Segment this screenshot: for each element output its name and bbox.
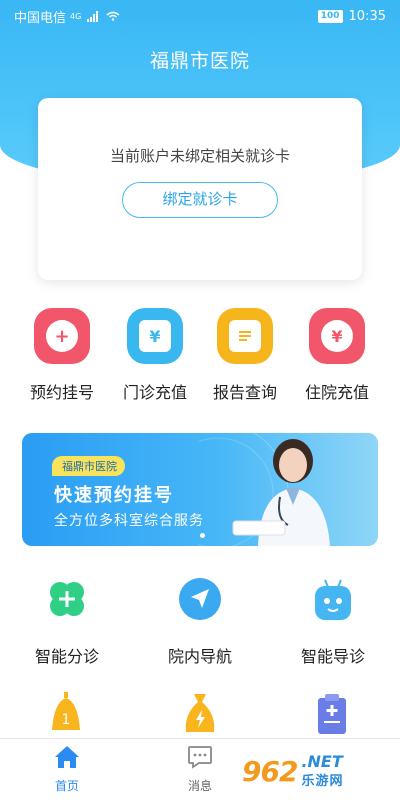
service-smart-guide[interactable]: 智能导诊 <box>283 576 383 667</box>
bind-card-panel: 当前账户未绑定相关就诊卡 绑定就诊卡 <box>38 98 362 280</box>
watermark-logo: 962 <box>242 754 298 788</box>
report-list-icon <box>217 308 273 364</box>
tab-messages[interactable]: 消息 <box>160 745 240 794</box>
quick-action-label: 门诊充值 <box>122 383 187 402</box>
banner-title: 快速预约挂号 <box>54 485 174 506</box>
quick-actions: + 预约挂号 ¥ 门诊充值 报告查询 ¥ 住院充值 <box>0 308 400 408</box>
network-type: 4G <box>70 11 82 21</box>
message-icon <box>188 746 212 769</box>
bind-card-button[interactable]: 绑定就诊卡 <box>122 182 278 218</box>
unbound-card-message: 当前账户未绑定相关就诊卡 <box>109 147 290 165</box>
quick-action-outpatient-recharge[interactable]: ¥ 门诊充值 <box>110 308 200 403</box>
quick-action-label: 预约挂号 <box>29 383 94 402</box>
quick-action-label: 住院充值 <box>304 383 369 402</box>
banner-tag: 福鼎市医院 <box>52 456 125 476</box>
service-label: 智能导诊 <box>300 647 365 666</box>
quick-action-appointment[interactable]: + 预约挂号 <box>17 308 107 403</box>
clipboard-plus-icon[interactable] <box>312 692 352 738</box>
tab-home[interactable]: 首页 <box>27 745 107 794</box>
more-services: 1 <box>0 692 400 742</box>
banner-subtitle: 全方位多科室综合服务 <box>54 513 204 529</box>
quick-action-report-query[interactable]: 报告查询 <box>200 308 290 403</box>
page-title: 福鼎市医院 <box>149 50 250 72</box>
site-watermark: 962 .NET 乐游网 <box>242 746 392 796</box>
smart-services: 智能分诊 院内导航 智能导诊 <box>0 576 400 666</box>
wifi-icon <box>106 11 120 21</box>
home-icon <box>55 746 79 768</box>
clover-plus-icon <box>50 582 84 616</box>
navigation-arrow-icon <box>179 578 221 620</box>
service-label: 智能分诊 <box>34 647 99 666</box>
service-smart-triage[interactable]: 智能分诊 <box>17 576 117 667</box>
watermark-cn: 乐游网 <box>301 773 344 789</box>
money-bag-icon[interactable] <box>180 692 220 738</box>
status-bar: 中国电信 4G 100 10:35 <box>0 0 400 32</box>
tab-label: 消息 <box>187 779 212 793</box>
quick-action-label: 报告查询 <box>212 383 277 402</box>
tab-label: 首页 <box>54 779 79 793</box>
service-hospital-navigation[interactable]: 院内导航 <box>150 576 250 667</box>
yuan-card-icon: ¥ <box>127 308 183 364</box>
plus-circle-icon: + <box>34 308 90 364</box>
clock: 10:35 <box>348 8 386 24</box>
carousel-indicator <box>200 533 205 538</box>
doctor-illustration <box>198 433 330 546</box>
robot-icon <box>315 579 351 620</box>
bell-icon[interactable]: 1 <box>46 692 86 738</box>
signal-icon <box>87 10 99 22</box>
service-label: 院内导航 <box>167 647 232 666</box>
yuan-circle-icon: ¥ <box>309 308 365 364</box>
watermark-net: .NET <box>301 751 343 771</box>
svg-text:1: 1 <box>62 712 71 728</box>
appointment-banner[interactable]: 福鼎市医院 快速预约挂号 全方位多科室综合服务 <box>22 433 378 546</box>
battery-icon: 100 <box>317 9 343 23</box>
quick-action-inpatient-recharge[interactable]: ¥ 住院充值 <box>292 308 382 403</box>
carrier-label: 中国电信 <box>14 10 67 26</box>
